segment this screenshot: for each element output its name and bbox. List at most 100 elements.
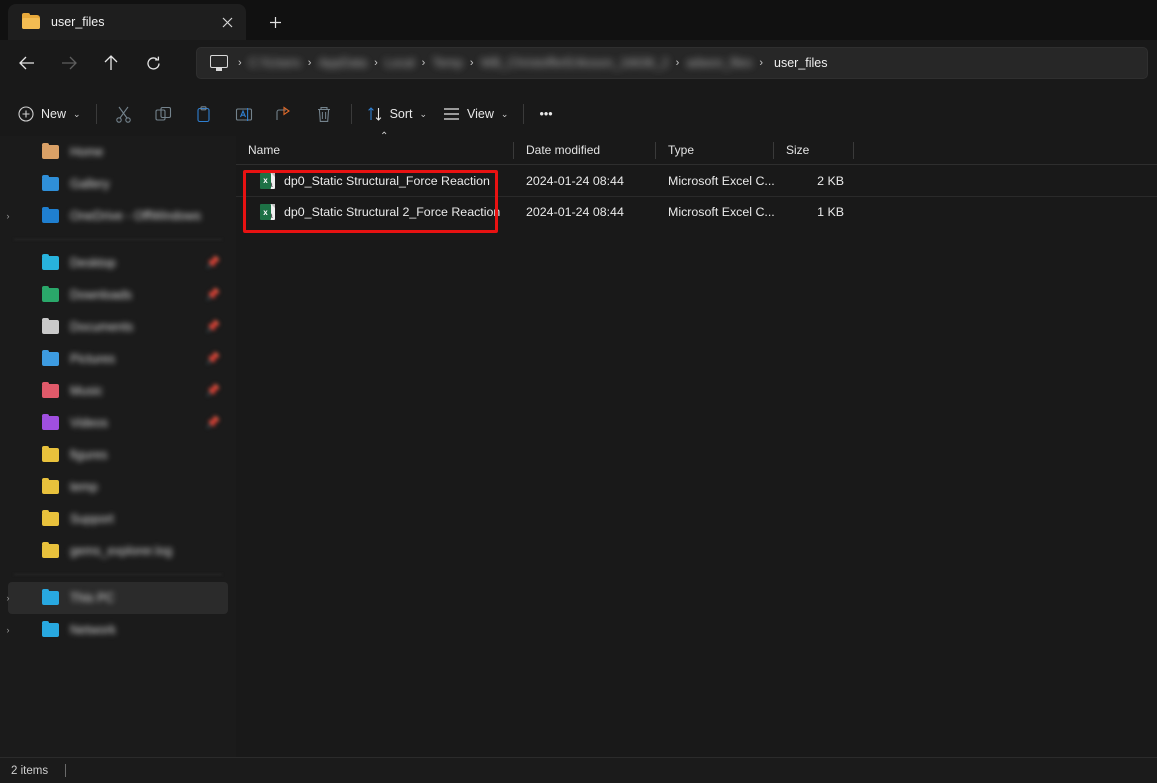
copy-button[interactable]: [144, 98, 184, 130]
chevron-right-icon[interactable]: ›: [2, 210, 14, 222]
sidebar-divider: [14, 239, 222, 240]
sidebar-item-network[interactable]: › Network: [7, 614, 228, 646]
sidebar-item-icon: [42, 478, 59, 494]
sidebar-item-icon: [42, 207, 59, 223]
sidebar-item-label: gems_explorer.log: [70, 544, 173, 558]
sidebar-item-music[interactable]: Music 📌: [8, 375, 228, 407]
column-header-name-label: Name: [248, 143, 281, 157]
cell-type: Microsoft Excel C...: [668, 173, 774, 188]
sidebar-item-home[interactable]: Home: [8, 136, 228, 168]
sidebar-item-icon: [42, 175, 59, 191]
forward-button[interactable]: [52, 46, 86, 80]
sidebar-item-label: Documents: [70, 320, 134, 334]
sidebar-item-temp[interactable]: temp: [8, 471, 228, 503]
sidebar-item-icon: [42, 286, 59, 302]
chevron-right-icon[interactable]: ›: [2, 592, 14, 604]
sidebar-item-icon: [42, 621, 59, 637]
chevron-down-icon: ⌄: [500, 108, 509, 119]
breadcrumb-separator: ›: [469, 57, 474, 69]
cell-size: 1 KB: [817, 205, 844, 219]
sort-ascending-icon: ⌃: [380, 130, 389, 142]
sidebar-item-onedrive-offwindows[interactable]: › OneDrive - OffWindows: [7, 200, 228, 232]
status-divider: [65, 764, 67, 777]
column-header-size[interactable]: Size: [774, 136, 854, 165]
trash-icon: [317, 106, 330, 122]
cut-button[interactable]: [104, 98, 144, 130]
toolbar-divider: [350, 104, 352, 124]
table-row[interactable]: ax dp0_Static Structural_Force Reaction 20…: [236, 165, 1157, 196]
sidebar-item-documents[interactable]: Documents 📌: [8, 311, 228, 343]
clipboard-icon: [197, 105, 210, 122]
new-button[interactable]: New ⌄: [10, 98, 89, 130]
paste-button[interactable]: [184, 98, 224, 130]
column-divider[interactable]: [853, 141, 854, 159]
scissors-icon: [116, 106, 131, 123]
sidebar-item-desktop[interactable]: Desktop 📌: [8, 247, 228, 279]
breadcrumb-segment[interactable]: adwon_files: [686, 56, 752, 70]
navigation-pane[interactable]: Home Gallery › OneDrive - OffWindows Desktop…: [0, 136, 236, 757]
breadcrumb-segment[interactable]: WB_ChristofferEriksson_16636_2: [481, 56, 669, 70]
pin-icon: 📌: [206, 321, 220, 333]
close-icon[interactable]: [214, 9, 240, 35]
sidebar-item-support[interactable]: Support: [8, 503, 228, 535]
excel-file-icon: ax: [260, 204, 275, 220]
breadcrumb-segment[interactable]: C:\\Users: [249, 56, 301, 70]
column-header-date[interactable]: Date modified: [514, 136, 656, 165]
sidebar-item-videos[interactable]: Videos 📌: [8, 407, 228, 439]
breadcrumb-segment[interactable]: Local: [385, 56, 415, 70]
sidebar-item-label: Downloads: [70, 288, 132, 302]
sidebar-item-downloads[interactable]: Downloads 📌: [8, 279, 228, 311]
delete-button[interactable]: [304, 98, 344, 130]
sidebar-item-label: Music: [70, 384, 103, 398]
up-button[interactable]: [94, 46, 128, 80]
toolbar-divider: [523, 104, 525, 124]
tab-user-files[interactable]: user_files: [8, 4, 246, 40]
sidebar-item-label: Gallery: [70, 177, 110, 191]
breadcrumb-separator: ›: [675, 57, 680, 69]
breadcrumb[interactable]: › C:\\Users › AppData › Local › Temp › W…: [196, 47, 1148, 79]
copy-icon: [155, 106, 172, 121]
sidebar-item-gallery[interactable]: Gallery: [8, 168, 228, 200]
table-row[interactable]: ax dp0_Static Structural 2_Force Reaction…: [236, 196, 1157, 227]
sidebar-item-label: figures: [70, 448, 108, 462]
refresh-button[interactable]: [136, 46, 170, 80]
breadcrumb-segment[interactable]: Temp: [432, 56, 463, 70]
sidebar-item-icon: [42, 382, 59, 398]
list-lines-icon: [444, 108, 460, 120]
file-explorer-window: user_files › C:\\Users › AppData › Local…: [0, 0, 1157, 783]
cell-type: Microsoft Excel C...: [668, 205, 774, 219]
chevron-right-icon[interactable]: ›: [2, 624, 14, 636]
view-button[interactable]: View ⌄: [435, 98, 516, 130]
breadcrumb-separator: ›: [238, 57, 242, 69]
rename-icon: [235, 107, 252, 121]
sidebar-item-gems-explorer-log[interactable]: gems_explorer.log: [8, 535, 228, 567]
chevron-down-icon: ⌄: [73, 108, 81, 119]
rename-button[interactable]: [224, 98, 264, 130]
back-button[interactable]: [10, 46, 44, 80]
sort-button[interactable]: Sort ⌄: [359, 98, 435, 130]
toolbar-divider: [95, 104, 97, 124]
sidebar-item-icon: [42, 350, 59, 366]
pin-icon: 📌: [206, 385, 220, 397]
sidebar-item-figures[interactable]: figures: [8, 439, 228, 471]
sidebar-item-icon: [42, 318, 59, 334]
column-header-date-label: Date modified: [526, 143, 601, 157]
breadcrumb-segment[interactable]: AppData: [318, 56, 367, 70]
plus-circle-icon: [18, 106, 34, 122]
new-tab-button[interactable]: [260, 7, 290, 37]
sidebar-item-icon: [42, 542, 59, 558]
cell-name: ax dp0_Static Structural_Force Reaction: [236, 172, 514, 189]
sort-button-label: Sort: [389, 107, 413, 121]
pin-icon: 📌: [206, 353, 220, 365]
sidebar-item-icon: [42, 143, 59, 159]
sidebar-item-pictures[interactable]: Pictures 📌: [8, 343, 228, 375]
sidebar-item-label: Desktop: [70, 256, 116, 270]
sidebar-item-icon: [42, 446, 59, 462]
column-header-name[interactable]: Name ⌃: [236, 131, 514, 165]
sidebar-item-this-pc[interactable]: › This PC: [7, 582, 228, 614]
column-header-type[interactable]: Type: [656, 136, 774, 165]
share-button[interactable]: [264, 98, 304, 130]
more-options-button[interactable]: •••: [531, 98, 560, 130]
more-options-label: •••: [539, 107, 553, 121]
sidebar-item-label: Home: [70, 145, 104, 159]
